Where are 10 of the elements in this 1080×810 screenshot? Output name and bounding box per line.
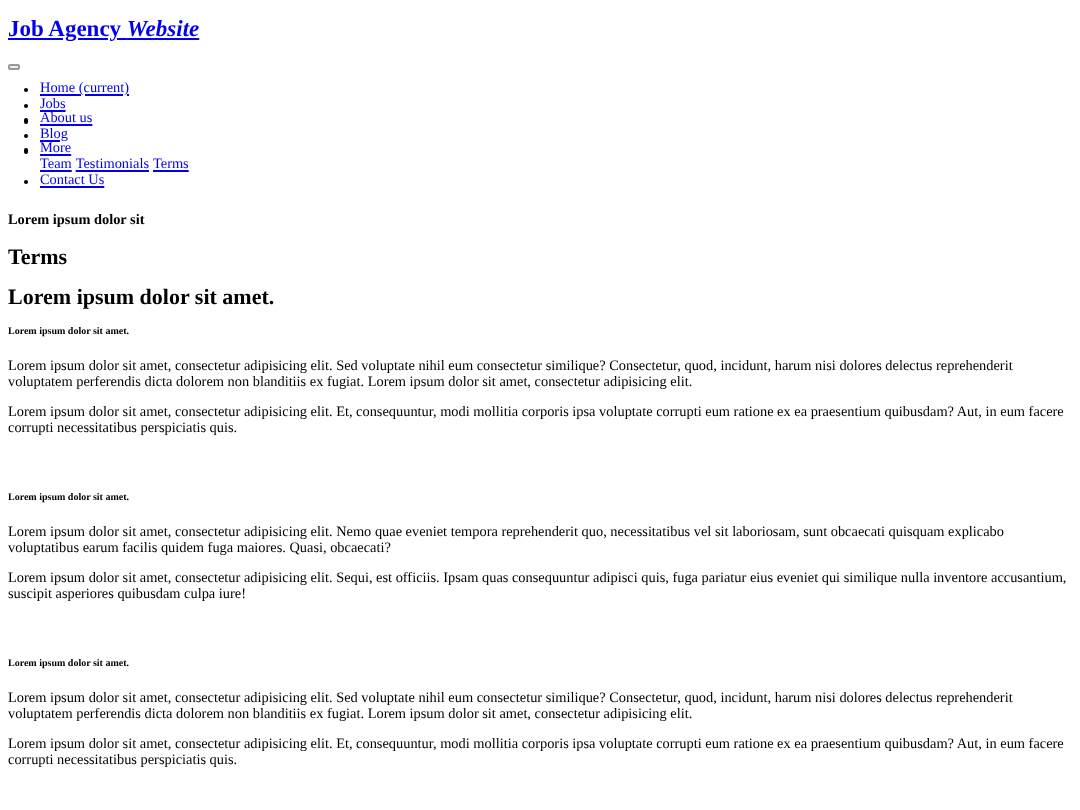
bullet-icon bbox=[24, 179, 29, 184]
page-title: Terms bbox=[8, 246, 70, 273]
page-heading: Lorem ipsum dolor sit amet. bbox=[8, 286, 277, 313]
bullet-icon bbox=[24, 133, 29, 139]
site-brand-link[interactable]: Job Agency Website bbox=[8, 18, 200, 44]
bullet-icon bbox=[24, 118, 29, 124]
bullet-icon bbox=[24, 88, 29, 93]
bullet-icon bbox=[24, 148, 29, 154]
bullet-icon bbox=[24, 103, 29, 108]
menu-toggle-button[interactable] bbox=[8, 64, 20, 70]
